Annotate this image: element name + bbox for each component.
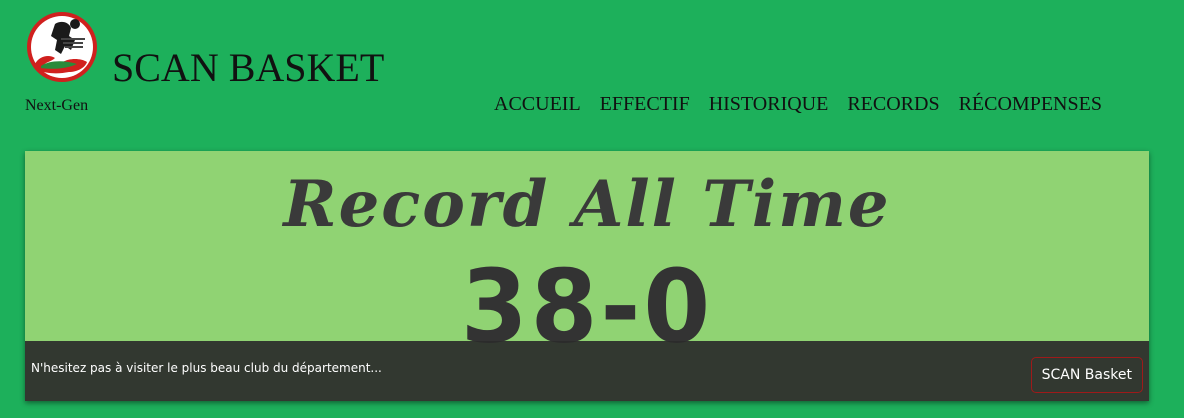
banner-heading: Record All Time <box>283 167 891 242</box>
scan-club-logo-icon[interactable] <box>25 10 99 84</box>
nav-item-historique[interactable]: HISTORIQUE <box>709 92 829 116</box>
main-nav: ACCUEIL EFFECTIF HISTORIQUE RECORDS RÉCO… <box>494 92 1102 116</box>
nav-item-records[interactable]: RECORDS <box>847 92 939 116</box>
site-title[interactable]: SCAN BASKET <box>112 48 384 88</box>
nav-item-effectif[interactable]: EFFECTIF <box>600 92 690 116</box>
hero-banner: Record All Time 38-0 N'hesitez pas à vis… <box>25 151 1149 401</box>
banner-caption-text: N'hesitez pas à visiter le plus beau clu… <box>31 361 382 375</box>
banner-caption-bar: N'hesitez pas à visiter le plus beau clu… <box>25 341 1149 401</box>
site-tagline: Next-Gen <box>25 97 89 114</box>
nav-item-recompenses[interactable]: RÉCOMPENSES <box>959 92 1102 116</box>
nav-item-accueil[interactable]: ACCUEIL <box>494 92 581 116</box>
scan-basket-button[interactable]: SCAN Basket <box>1030 357 1143 393</box>
